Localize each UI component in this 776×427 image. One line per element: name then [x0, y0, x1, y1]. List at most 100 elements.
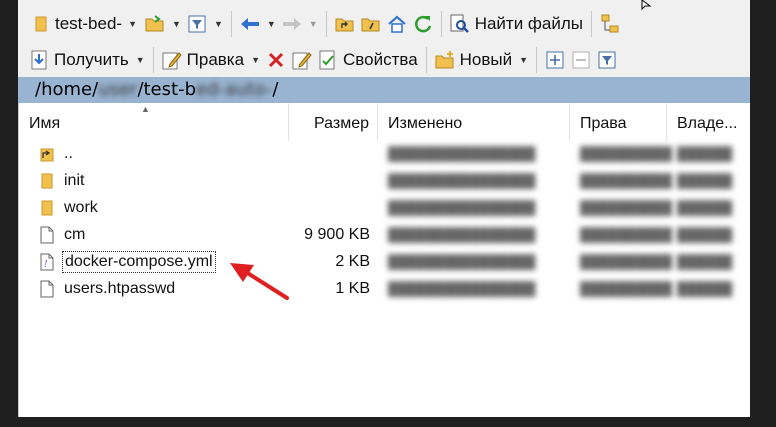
root-folder-icon	[361, 14, 381, 34]
mouse-cursor-icon	[641, 0, 652, 11]
chevron-down-icon: ▼	[251, 55, 260, 65]
file-name: docker-compose.yml	[62, 250, 216, 273]
file-modified-redacted: ████████████████	[388, 200, 536, 215]
column-owner-label: Владе...	[677, 115, 738, 132]
file-row[interactable]: init ████████████████ ██████████ ██████	[19, 167, 750, 194]
file-rights-redacted: ██████████	[580, 173, 673, 188]
file-row[interactable]: .. ████████████████ ██████████ ██████	[19, 140, 750, 167]
column-modified-label: Изменено	[388, 115, 463, 132]
file-rights-redacted: ██████████	[580, 254, 673, 269]
open-folder-icon	[145, 14, 165, 34]
column-rights-label: Права	[580, 115, 627, 132]
sort-ascending-icon: ▲	[141, 104, 150, 114]
refresh-button[interactable]	[410, 12, 436, 36]
back-arrow-icon	[240, 14, 260, 34]
file-row[interactable]: work ████████████████ ██████████ ██████	[19, 194, 750, 221]
parent-dir-button[interactable]	[332, 12, 358, 36]
file-row[interactable]: cm 9 900 KB ████████████████ ██████████ …	[19, 221, 750, 248]
toolbar-separator	[230, 11, 232, 37]
file-name: init	[64, 171, 85, 189]
file-owner-redacted: ██████	[677, 281, 733, 296]
toolbar-separator	[152, 47, 154, 73]
refresh-icon	[413, 14, 433, 34]
file-row[interactable]: ! docker-compose.yml 2 KB ██████████████…	[19, 248, 750, 275]
tree-view-icon	[600, 14, 620, 34]
new-folder-icon	[435, 50, 455, 70]
download-label: Получить	[54, 50, 129, 69]
delete-button[interactable]	[263, 48, 289, 72]
file-owner-redacted: ██████	[677, 173, 733, 188]
path-redacted-user: user	[98, 79, 138, 100]
file-manager-window: test-bed- ▼ ▼ ▼ ▼ ▼ Найти файлы Получить…	[18, 0, 750, 417]
folder-icon	[37, 198, 57, 218]
filter-button[interactable]: ▼	[184, 12, 226, 36]
delete-icon	[266, 50, 286, 70]
chevron-down-icon: ▼	[213, 19, 223, 29]
file-row[interactable]: users.htpasswd 1 KB ████████████████ ███…	[19, 275, 750, 302]
column-size-label: Размер	[314, 115, 369, 132]
unselect-button[interactable]	[568, 48, 594, 72]
file-name: users.htpasswd	[64, 279, 176, 297]
navigation-toolbar: test-bed- ▼ ▼ ▼ ▼ ▼ Найти файлы	[18, 7, 750, 41]
drive-combo-label: test-bed-	[55, 14, 123, 33]
select-button[interactable]	[542, 48, 568, 72]
find-files-button[interactable]: Найти файлы	[447, 12, 586, 36]
find-files-label: Найти файлы	[474, 14, 584, 33]
file-name: cm	[64, 225, 86, 243]
forward-arrow-icon	[282, 14, 302, 34]
column-header-rights[interactable]: Права	[570, 103, 667, 141]
chevron-down-icon: ▼	[135, 55, 145, 65]
toolbar-separator	[536, 47, 538, 73]
file-rights-redacted: ██████████	[580, 281, 673, 296]
path-text-start: /home/	[35, 79, 99, 100]
file-icon	[37, 279, 57, 299]
root-dir-button[interactable]	[358, 12, 384, 36]
toolbar-separator	[425, 47, 427, 73]
chevron-down-icon: ▼	[172, 19, 181, 29]
filter-selection-button[interactable]	[594, 48, 620, 72]
chevron-down-icon: ▼	[128, 19, 138, 29]
column-header-size[interactable]: Размер	[289, 103, 378, 141]
file-owner-redacted: ██████	[677, 200, 733, 215]
parent-folder-icon	[335, 14, 355, 34]
file-owner-redacted: ██████	[677, 227, 733, 242]
forward-button[interactable]: ▼	[279, 12, 321, 36]
column-name-label: Имя	[29, 115, 61, 132]
toolbar-separator	[440, 11, 442, 37]
filter-icon	[187, 14, 207, 34]
column-header-modified[interactable]: Изменено	[378, 103, 570, 141]
file-size	[289, 194, 378, 221]
download-button[interactable]: Получить ▼	[26, 48, 148, 72]
path-redacted-dir: ed-auto-	[196, 79, 273, 100]
new-button[interactable]: Новый ▼	[432, 48, 531, 72]
drive-combo[interactable]: test-bed- ▼	[26, 10, 142, 38]
edit-button[interactable]: Правка ▼	[159, 48, 263, 72]
chevron-down-icon: ▼	[519, 55, 529, 65]
file-size	[289, 140, 378, 167]
column-headers: ▲ Имя Размер Изменено Права Владе...	[19, 103, 750, 141]
tree-view-button[interactable]	[597, 12, 623, 36]
column-header-name[interactable]: ▲ Имя	[19, 103, 289, 141]
file-modified-redacted: ████████████████	[388, 281, 536, 296]
column-header-owner[interactable]: Владе...	[667, 103, 750, 141]
file-modified-redacted: ████████████████	[388, 254, 536, 269]
find-files-icon	[450, 14, 470, 34]
back-button[interactable]: ▼	[237, 12, 279, 36]
properties-button[interactable]: Свойства	[315, 48, 421, 72]
file-size: 2 KB	[335, 253, 370, 270]
file-owner-redacted: ██████	[677, 146, 733, 161]
file-rights-redacted: ██████████	[580, 227, 673, 242]
folder-icon	[37, 171, 57, 191]
minus-icon	[571, 50, 591, 70]
path-bar[interactable]: /home/user/test-bed-auto-/	[18, 77, 750, 103]
file-icon	[37, 225, 57, 245]
open-folder-button[interactable]: ▼	[142, 12, 184, 36]
download-icon	[29, 50, 49, 70]
file-actions-toolbar: Получить ▼ Правка ▼ Свойства Новый ▼	[18, 43, 750, 77]
path-text-mid: /test-b	[137, 79, 196, 100]
file-size	[289, 167, 378, 194]
file-modified-redacted: ████████████████	[388, 146, 536, 161]
new-label: Новый	[459, 50, 513, 69]
home-button[interactable]	[384, 12, 410, 36]
rename-button[interactable]	[289, 48, 315, 72]
